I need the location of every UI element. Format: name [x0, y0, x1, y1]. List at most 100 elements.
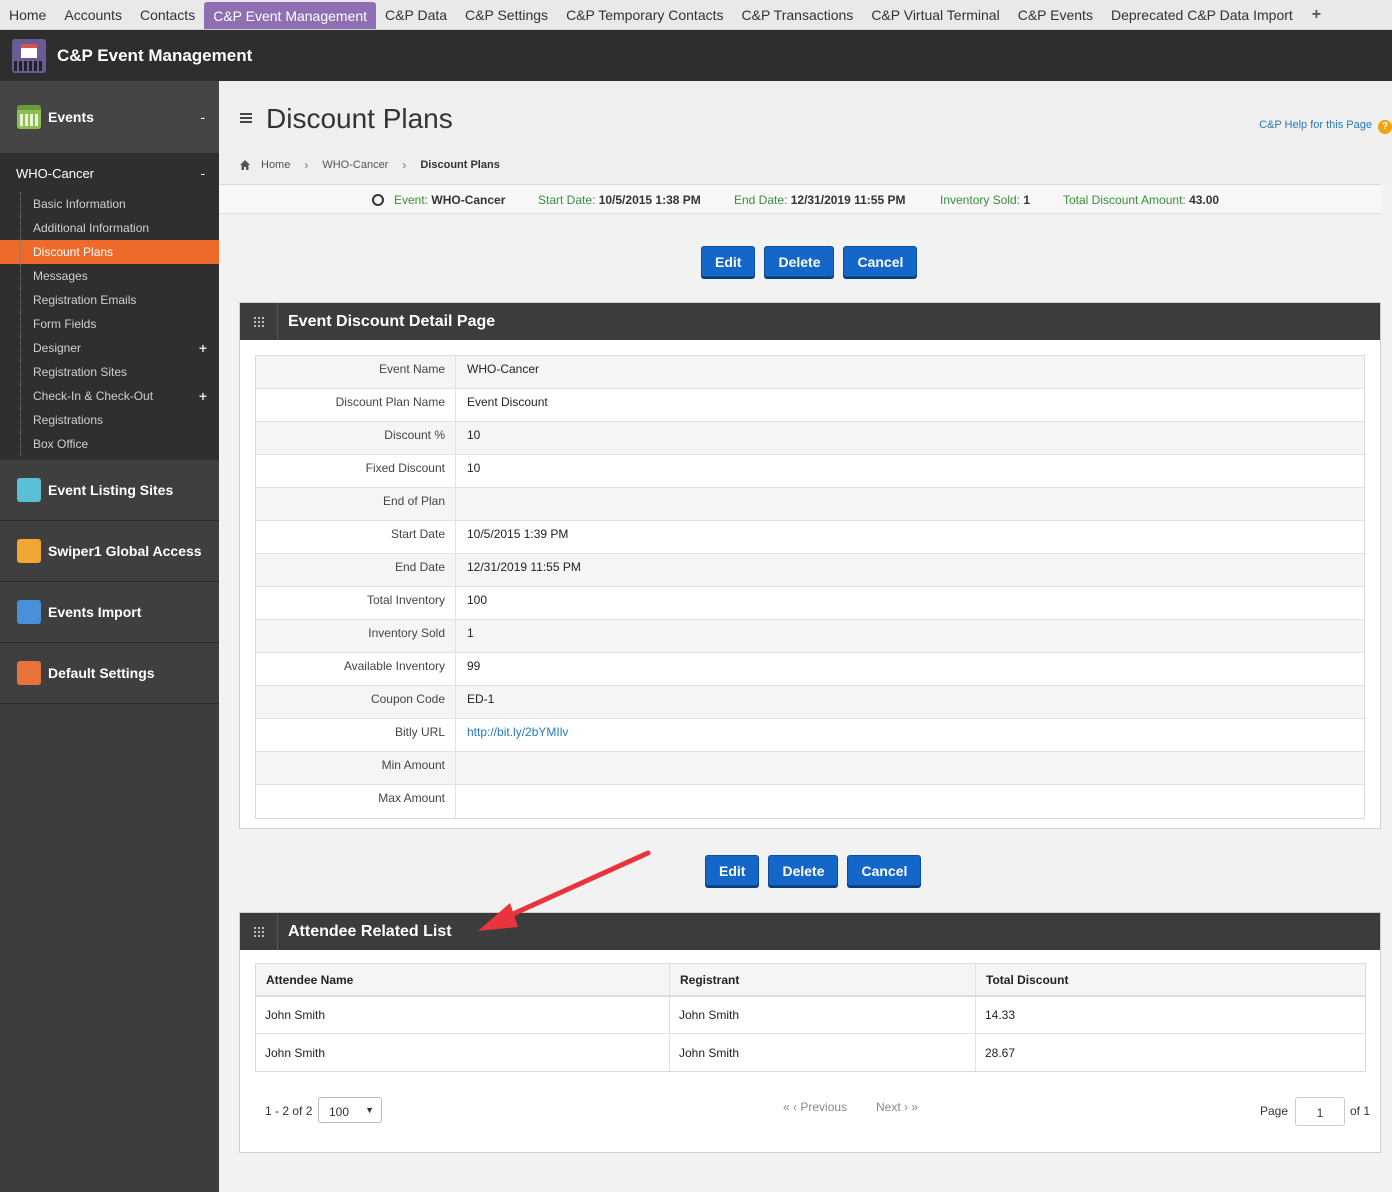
sidebar-item-messages[interactable]: Messages: [0, 264, 219, 288]
tab-c-p-events[interactable]: C&P Events: [1009, 0, 1102, 29]
breadcrumb-home[interactable]: Home: [261, 159, 290, 171]
table-cell: 14.33: [985, 1008, 1016, 1022]
detail-row: End Date 12/31/2019 11:55 PM: [256, 554, 1364, 587]
previous-icon[interactable]: ‹: [793, 1100, 797, 1114]
tab-home[interactable]: Home: [0, 0, 55, 29]
tab-c-p-settings[interactable]: C&P Settings: [456, 0, 557, 29]
tab-accounts[interactable]: Accounts: [55, 0, 131, 29]
detail-label: End Date: [256, 554, 456, 586]
column-header-attendee-name[interactable]: Attendee Name: [256, 964, 670, 995]
detail-label: Total Inventory: [256, 587, 456, 619]
delete-button[interactable]: Delete: [764, 246, 835, 277]
sidebar-item-registration-sites[interactable]: Registration Sites: [0, 360, 219, 384]
add-tab-icon[interactable]: +: [1302, 0, 1331, 29]
detail-row: End of Plan: [256, 488, 1364, 521]
tab-c-p-data[interactable]: C&P Data: [376, 0, 456, 29]
sidebar-item-designer[interactable]: Designer +: [0, 336, 219, 360]
previous-button[interactable]: Previous: [800, 1100, 847, 1114]
detail-label: Discount %: [256, 422, 456, 454]
sidebar-event-who-cancer[interactable]: WHO-Cancer -: [0, 154, 219, 192]
detail-row: Inventory Sold 1: [256, 620, 1364, 653]
panel-header: Attendee Related List: [240, 913, 1380, 950]
page-label: Page: [1259, 1104, 1288, 1118]
detail-label: Bitly URL: [256, 719, 456, 751]
column-header-registrant[interactable]: Registrant: [670, 964, 976, 995]
sidebar-item-additional-information[interactable]: Additional Information: [0, 216, 219, 240]
sidebar-section-label: Swiper1 Global Access: [48, 543, 202, 559]
tab-deprecated-c-p-data-import[interactable]: Deprecated C&P Data Import: [1102, 0, 1302, 29]
sidebar-item-box-office[interactable]: Box Office: [0, 432, 219, 456]
bottom-button-row: Edit Delete Cancel: [705, 855, 922, 886]
page-size-select[interactable]: 100 ▼: [318, 1097, 382, 1123]
first-previous-nav[interactable]: « ‹ Previous: [783, 1100, 847, 1114]
edit-button[interactable]: Edit: [705, 855, 760, 886]
table-header-row: Attendee Name Registrant Total Discount: [256, 964, 1365, 997]
delete-button[interactable]: Delete: [768, 855, 839, 886]
sidebar-section-events-import[interactable]: Events Import: [0, 582, 219, 643]
detail-row: Event Name WHO-Cancer: [256, 356, 1364, 389]
expand-toggle[interactable]: +: [199, 340, 207, 356]
first-page-icon[interactable]: «: [783, 1100, 790, 1114]
top-tab-bar: Home Accounts Contacts C&P Event Management…: [0, 0, 1392, 30]
tab-c-p-virtual-terminal[interactable]: C&P Virtual Terminal: [862, 0, 1008, 29]
collapse-toggle[interactable]: -: [201, 166, 205, 181]
detail-label: Event Name: [256, 356, 456, 388]
help-icon[interactable]: ?: [1378, 120, 1392, 134]
tab-contacts[interactable]: Contacts: [131, 0, 204, 29]
expand-toggle[interactable]: +: [199, 388, 207, 404]
collapse-toggle[interactable]: -: [200, 109, 205, 125]
column-header-total-discount[interactable]: Total Discount: [976, 964, 1365, 995]
last-page-icon[interactable]: »: [911, 1100, 918, 1114]
next-button[interactable]: Next: [876, 1100, 901, 1114]
sidebar-item-check-in-check-out[interactable]: Check-In & Check-Out +: [0, 384, 219, 408]
sidebar-item-form-fields[interactable]: Form Fields: [0, 312, 219, 336]
cancel-button[interactable]: Cancel: [847, 855, 922, 886]
detail-label: Max Amount: [256, 785, 456, 818]
breadcrumb-event[interactable]: WHO-Cancer: [322, 159, 388, 171]
sidebar-item-discount-plans[interactable]: Discount Plans: [0, 240, 219, 264]
detail-value: 99: [467, 659, 481, 673]
sidebar-section-label: Event Listing Sites: [48, 482, 174, 498]
detail-row: Fixed Discount 10: [256, 455, 1364, 488]
sidebar-item-basic-information[interactable]: Basic Information: [0, 192, 219, 216]
annotation-arrow-icon: [478, 850, 651, 931]
detail-value: [456, 752, 467, 784]
sidebar-item-registrations[interactable]: Registrations: [0, 408, 219, 432]
sidebar-section-swiper1-global-access[interactable]: Swiper1 Global Access: [0, 521, 219, 582]
info-start-date: Start Date: 10/5/2015 1:38 PM: [538, 193, 701, 207]
sidebar-section-event-listing-sites[interactable]: Event Listing Sites: [0, 460, 219, 521]
panel-header: Event Discount Detail Page: [240, 303, 1380, 340]
sidebar-item-label: Designer: [33, 341, 82, 355]
next-icon[interactable]: ›: [904, 1100, 908, 1114]
tab-c-p-temporary-contacts[interactable]: C&P Temporary Contacts: [557, 0, 732, 29]
dropdown-arrow-icon: ▼: [365, 1105, 374, 1115]
breadcrumb-separator: ›: [402, 158, 407, 172]
detail-row: Max Amount: [256, 785, 1364, 818]
tab-c-p-transactions[interactable]: C&P Transactions: [733, 0, 863, 29]
next-last-nav[interactable]: Next › »: [876, 1100, 918, 1114]
detail-value: 12/31/2019 11:55 PM: [467, 560, 581, 574]
sidebar-item-label: Registration Emails: [33, 293, 137, 307]
table-row[interactable]: John Smith John Smith 14.33: [256, 997, 1365, 1034]
sidebar-section-events[interactable]: Events -: [0, 81, 219, 154]
page-number-input[interactable]: 1: [1295, 1097, 1345, 1126]
detail-value: Event Discount: [467, 395, 548, 409]
table-row[interactable]: John Smith John Smith 28.67: [256, 1034, 1365, 1071]
swiper-icon: [17, 539, 41, 563]
edit-button[interactable]: Edit: [701, 246, 756, 277]
page-header: Discount Plans C&P Help for this Page ? …: [219, 81, 1392, 184]
help-link[interactable]: C&P Help for this Page: [1259, 119, 1372, 131]
cancel-button[interactable]: Cancel: [843, 246, 918, 277]
breadcrumb: Home › WHO-Cancer › Discount Plans: [239, 158, 500, 172]
detail-table: Event Name WHO-Cancer Discount Plan Name Ev…: [255, 355, 1365, 819]
bitly-url-link[interactable]: http://bit.ly/2bYMIlv: [467, 725, 568, 739]
detail-label: Discount Plan Name: [256, 389, 456, 421]
app-title: C&P Event Management: [57, 45, 253, 65]
table-cell: 28.67: [985, 1045, 1016, 1060]
detail-row: Bitly URL http://bit.ly/2bYMIlv: [256, 719, 1364, 752]
detail-value: WHO-Cancer: [467, 362, 540, 376]
tab-c-p-event-management[interactable]: C&P Event Management: [204, 2, 377, 29]
detail-value: 10: [467, 428, 481, 442]
sidebar-item-registration-emails[interactable]: Registration Emails: [0, 288, 219, 312]
sidebar-section-default-settings[interactable]: Default Settings: [0, 643, 219, 704]
